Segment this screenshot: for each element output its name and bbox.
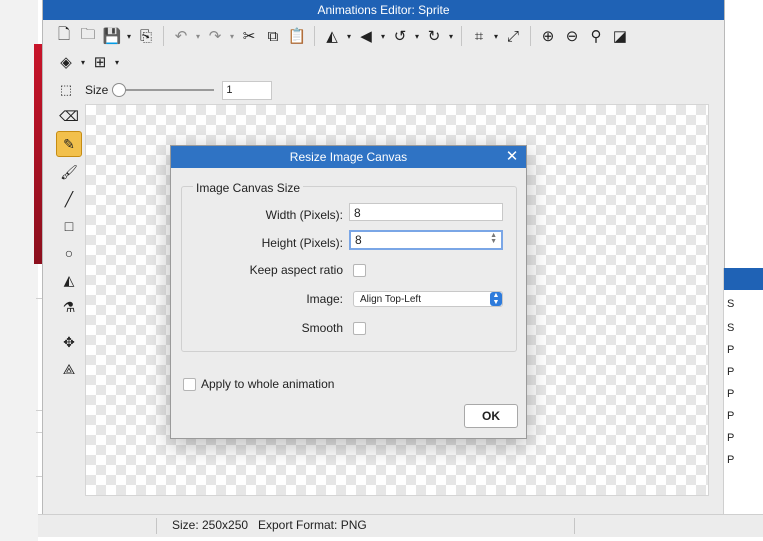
toolbar-separator: [530, 26, 531, 46]
apply-all-checkbox[interactable]: [183, 378, 196, 391]
status-separator: [156, 518, 157, 534]
panel-letter: S: [727, 322, 735, 334]
ok-button[interactable]: OK: [464, 404, 518, 428]
crop-caret[interactable]: ▾: [492, 25, 500, 47]
rotate-right-icon[interactable]: ↻: [423, 25, 445, 47]
toolbar-separator: [314, 26, 315, 46]
undo-menu-caret[interactable]: ▾: [194, 25, 202, 47]
right-side-panel: S S P P P P P P: [723, 268, 763, 514]
flip-horizontal-icon[interactable]: ◭: [321, 25, 343, 47]
selection-icon[interactable]: ⬚: [55, 79, 77, 101]
rectangle-icon[interactable]: □: [57, 214, 81, 238]
rotate-right-caret[interactable]: ▾: [447, 25, 455, 47]
rotate-left-caret[interactable]: ▾: [413, 25, 421, 47]
window-title: Animations Editor: Sprite: [43, 0, 724, 20]
height-stepper[interactable]: ▲ ▼: [490, 232, 497, 245]
background-left-panel: [0, 0, 38, 541]
toolbar-separator: [163, 26, 164, 46]
cut-icon[interactable]: ✂: [238, 25, 260, 47]
right-panel-header: [724, 268, 763, 290]
rotate-left-icon[interactable]: ↺: [389, 25, 411, 47]
eyedropper-icon[interactable]: ⚗: [57, 295, 81, 319]
undo-icon[interactable]: ↶: [170, 25, 192, 47]
layers-caret[interactable]: ▾: [79, 51, 87, 73]
ellipse-icon[interactable]: ○: [57, 241, 81, 265]
size-slider-handle[interactable]: [112, 83, 127, 97]
resize-icon[interactable]: ⤢: [502, 25, 524, 47]
status-export-format: Export Format: PNG: [258, 518, 367, 532]
keep-aspect-label: Keep aspect ratio: [249, 263, 343, 277]
invert-icon[interactable]: ◪: [609, 25, 631, 47]
save-icon[interactable]: 💾: [101, 25, 123, 47]
size-input[interactable]: 1: [222, 80, 273, 100]
line-icon[interactable]: ╱: [57, 187, 81, 211]
smooth-checkbox[interactable]: [353, 322, 366, 335]
zoom-reset-icon[interactable]: ⚲: [585, 25, 607, 47]
dialog-title: Resize Image Canvas: [171, 146, 526, 168]
main-toolbar: 🗋 🗀 💾 ▾ ⎘ ↶ ▾ ↷ ▾ ✂ ⧉ 📋 ◭ ▾ ◀ ▾ ↺ ▾ ↻ ▾ …: [43, 20, 734, 52]
brush-icon[interactable]: 🖌: [57, 160, 81, 184]
image-align-value: Align Top-Left: [360, 294, 421, 305]
size-label: Size: [85, 83, 109, 97]
layers-icon[interactable]: ◈: [55, 51, 77, 73]
smooth-label: Smooth: [301, 321, 343, 335]
status-bar: Size: 250x250 Export Format: PNG: [38, 514, 763, 537]
panel-letter: P: [727, 432, 735, 444]
panel-letter: S: [727, 298, 735, 310]
transform-icon[interactable]: ⟁: [57, 357, 81, 381]
tool-palette: ⌫ ✎ 🖌 ╱ □ ○ ◭ ⚗ ✥ ⟁: [55, 104, 83, 384]
panel-letter: P: [727, 388, 735, 400]
zoom-out-icon[interactable]: ⊖: [561, 25, 583, 47]
status-separator: [574, 518, 575, 534]
panel-letter: P: [727, 410, 735, 422]
brush-size-row: ⬚ Size 1: [43, 78, 273, 102]
grid-icon[interactable]: ⊞: [89, 51, 111, 73]
keep-aspect-checkbox[interactable]: [353, 264, 366, 277]
move-icon[interactable]: ✥: [57, 330, 81, 354]
resize-canvas-dialog: Resize Image Canvas ✕ Image Canvas Size …: [170, 145, 527, 439]
status-size: Size: 250x250: [172, 518, 249, 532]
image-align-label: Image:: [306, 292, 343, 306]
secondary-toolbar: ◈ ▾ ⊞ ▾: [43, 50, 121, 74]
redo-menu-caret[interactable]: ▾: [228, 25, 236, 47]
export-icon[interactable]: ⎘: [135, 25, 157, 47]
eraser-icon[interactable]: ⌫: [57, 104, 81, 128]
zoom-in-icon[interactable]: ⊕: [537, 25, 559, 47]
redo-icon[interactable]: ↷: [204, 25, 226, 47]
panel-letter: P: [727, 366, 735, 378]
close-icon[interactable]: ✕: [504, 146, 520, 168]
new-icon[interactable]: 🗋: [53, 25, 75, 47]
panel-letter: P: [727, 454, 735, 466]
apply-all-label: Apply to whole animation: [201, 377, 335, 391]
paste-icon[interactable]: 📋: [286, 25, 308, 47]
open-folder-icon[interactable]: 🗀: [77, 25, 99, 47]
size-slider[interactable]: [112, 83, 215, 97]
grid-caret[interactable]: ▾: [113, 51, 121, 73]
toolbar-separator: [461, 26, 462, 46]
flip-vertical-caret[interactable]: ▾: [379, 25, 387, 47]
copy-icon[interactable]: ⧉: [262, 25, 284, 47]
select-arrow-icon[interactable]: ▲ ▼: [490, 292, 502, 306]
flip-vertical-icon[interactable]: ◀: [355, 25, 377, 47]
width-label: Width (Pixels):: [265, 208, 343, 222]
background-red-bar: [34, 44, 42, 264]
height-input[interactable]: 8 ▲ ▼: [349, 230, 503, 250]
crop-icon[interactable]: ⌗: [468, 25, 490, 47]
save-menu-caret[interactable]: ▾: [125, 25, 133, 47]
pencil-icon[interactable]: ✎: [56, 131, 82, 157]
width-input[interactable]: 8: [349, 203, 503, 221]
panel-letter: P: [727, 344, 735, 356]
group-label: Image Canvas Size: [193, 181, 304, 195]
flip-horizontal-caret[interactable]: ▾: [345, 25, 353, 47]
fill-bucket-icon[interactable]: ◭: [57, 268, 81, 292]
image-align-select[interactable]: Align Top-Left ▲ ▼: [353, 291, 503, 307]
height-label: Height (Pixels):: [261, 236, 343, 250]
height-value: 8: [355, 233, 362, 247]
